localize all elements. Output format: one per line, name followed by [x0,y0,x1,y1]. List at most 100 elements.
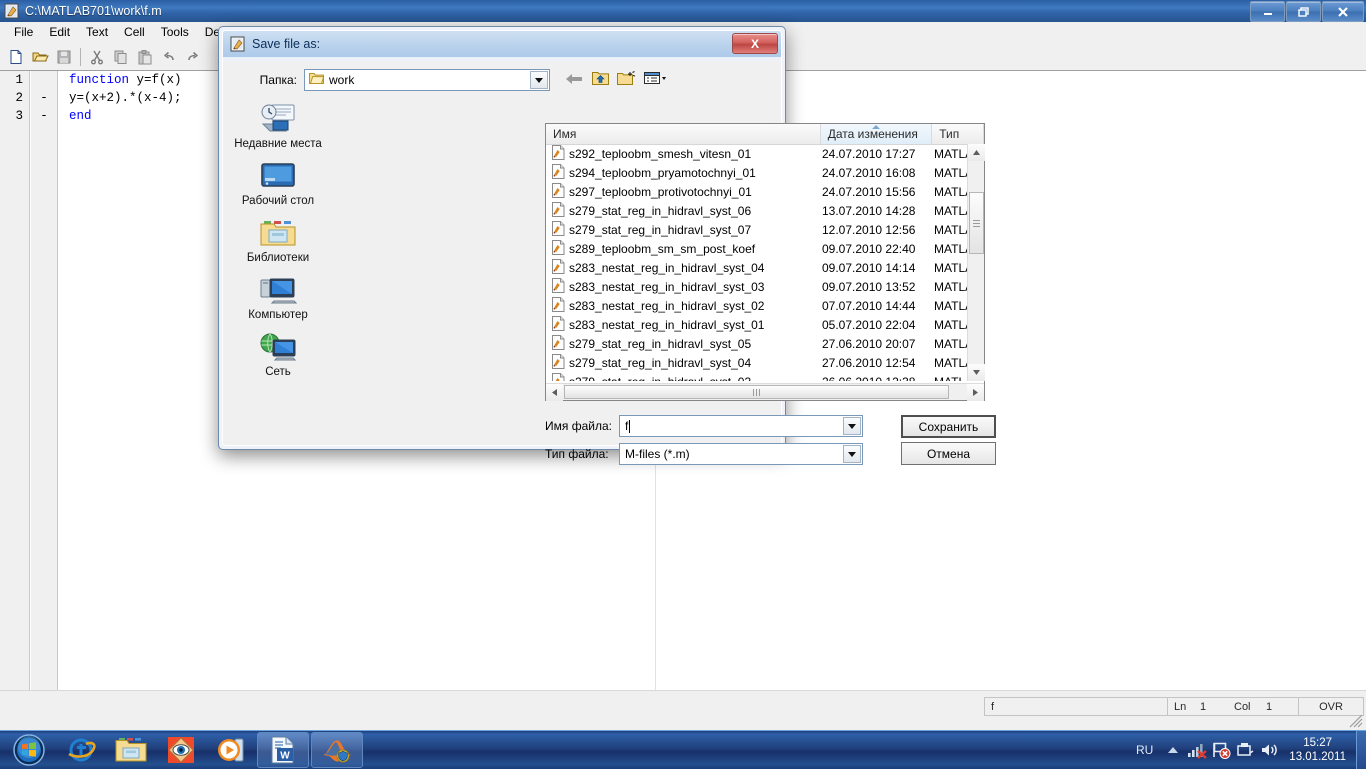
acdsee-icon[interactable] [156,733,206,767]
back-arrow-icon[interactable] [564,72,584,89]
file-row[interactable]: s279_stat_reg_in_hidravl_syst_05 27.06.20… [546,334,984,353]
matlab-window-button[interactable] [311,732,363,768]
views-icon[interactable] [644,71,667,89]
file-name-cell[interactable]: s279_stat_reg_in_hidravl_syst_05 [546,334,822,353]
minimize-button[interactable] [1250,1,1285,22]
scroll-down-button[interactable] [968,364,985,381]
menu-item-cell[interactable]: Cell [116,23,153,41]
dialog-close-button[interactable]: X [732,33,778,54]
column-header-date-label: Дата изменения [827,127,918,141]
file-row[interactable]: s279_stat_reg_in_hidravl_syst_07 12.07.20… [546,220,984,239]
copy-icon[interactable] [109,46,133,68]
up-one-level-icon[interactable] [592,71,609,89]
file-name-cell[interactable]: s279_stat_reg_in_hidravl_syst_03 [546,372,822,381]
paste-icon[interactable] [133,46,157,68]
windows-explorer-icon[interactable] [106,733,156,767]
menu-item-text[interactable]: Text [78,23,116,41]
language-indicator[interactable]: RU [1136,743,1153,757]
column-header-name[interactable]: Имя [546,124,821,144]
new-file-icon[interactable] [4,46,28,68]
resize-grip[interactable] [1349,714,1363,728]
cut-icon[interactable] [85,46,109,68]
file-name-cell[interactable]: s283_nestat_reg_in_hidravl_syst_04 [546,258,822,277]
scrollbar-thumb[interactable] [969,192,984,254]
menu-item-file[interactable]: File [6,23,41,41]
file-row[interactable]: s283_nestat_reg_in_hidravl_syst_04 09.07.… [546,258,984,277]
file-row[interactable]: s279_stat_reg_in_hidravl_syst_04 27.06.20… [546,353,984,372]
file-list[interactable]: Имя Дата изменения Тип s292_teploobm_sme… [545,123,985,401]
save-file-icon[interactable] [52,46,76,68]
volume-icon[interactable] [1257,738,1281,762]
start-orb-icon[interactable] [2,732,56,768]
save-button[interactable]: Сохранить [901,415,996,438]
file-name-cell[interactable]: s279_stat_reg_in_hidravl_syst_06 [546,201,822,220]
chevron-down-icon[interactable] [530,71,548,89]
status-bar: f Ln 1 Col 1 OVR [0,690,1366,731]
file-name-cell[interactable]: s279_stat_reg_in_hidravl_syst_04 [546,353,822,372]
new-folder-icon[interactable] [617,71,636,89]
menu-item-tools[interactable]: Tools [153,23,197,41]
file-name-cell[interactable]: s297_teploobm_protivotochnyi_01 [546,182,822,201]
chevron-down-icon[interactable] [843,445,861,463]
scroll-up-button[interactable] [968,144,985,161]
file-name-cell[interactable]: s279_stat_reg_in_hidravl_syst_07 [546,220,822,239]
file-name-cell[interactable]: s283_nestat_reg_in_hidravl_syst_03 [546,277,822,296]
file-name-cell[interactable]: s289_teploobm_sm_sm_post_koef [546,239,822,258]
column-header-type[interactable]: Тип [932,124,984,144]
cancel-button[interactable]: Отмена [901,442,996,465]
show-desktop-button[interactable] [1356,731,1366,769]
media-player-icon[interactable] [206,733,256,767]
network-signal-icon[interactable] [1185,738,1209,762]
clock[interactable]: 15:27 13.01.2011 [1289,736,1346,764]
place-label: Компьютер [248,309,308,321]
internet-explorer-icon[interactable] [56,733,106,767]
file-row[interactable]: s279_stat_reg_in_hidravl_syst_03 26.06.20… [546,372,984,381]
file-name-cell[interactable]: s283_nestat_reg_in_hidravl_syst_01 [546,315,822,334]
place-recent[interactable]: Недавние места [230,101,326,151]
windows-taskbar: W RU 15:27 13.01.2011 [0,730,1366,769]
place-libraries[interactable]: Библиотеки [230,215,326,265]
scroll-left-button[interactable] [546,383,563,401]
file-date-cell: 12.07.2010 12:56 [822,222,916,237]
file-date-cell: 07.07.2010 14:44 [822,298,916,313]
file-name-cell[interactable]: s283_nestat_reg_in_hidravl_syst_02 [546,296,822,315]
open-file-icon[interactable] [28,46,52,68]
close-button[interactable] [1322,1,1364,22]
restore-button[interactable] [1286,1,1321,22]
file-row[interactable]: s289_teploobm_sm_sm_post_koef 09.07.2010 … [546,239,984,258]
file-row[interactable]: s283_nestat_reg_in_hidravl_syst_01 05.07.… [546,315,984,334]
redo-icon[interactable] [181,46,205,68]
file-date-cell: 13.07.2010 14:28 [822,203,916,218]
word-window-button[interactable]: W [257,732,309,768]
file-list-vertical-scrollbar[interactable] [967,144,985,381]
column-header-date[interactable]: Дата изменения [820,124,933,144]
chevron-down-icon[interactable] [843,417,861,435]
file-row[interactable]: s292_teploobm_smesh_vitesn_01 24.07.2010 … [546,144,984,163]
place-computer[interactable]: Компьютер [230,272,326,322]
menu-item-edit[interactable]: Edit [41,23,78,41]
undo-icon[interactable] [157,46,181,68]
scroll-right-button[interactable] [967,384,984,401]
file-row[interactable]: s279_stat_reg_in_hidravl_syst_06 13.07.20… [546,201,984,220]
matlab-titlebar[interactable]: C:\MATLAB701\work\f.m [0,0,1366,22]
filetype-select[interactable]: M-files (*.m) [619,443,863,465]
breakpoint-gutter[interactable]: - - [31,71,58,691]
matlab-file-icon [551,258,565,277]
file-list-horizontal-scrollbar[interactable] [546,383,984,401]
place-network[interactable]: Сеть [230,329,326,379]
dialog-titlebar[interactable]: Save file as: X [223,31,781,57]
file-row[interactable]: s294_teploobm_pryamotochnyi_01 24.07.2010… [546,163,984,182]
place-desktop[interactable]: Рабочий стол [230,158,326,208]
safely-remove-hardware-icon[interactable] [1233,738,1257,762]
file-list-rows[interactable]: s292_teploobm_smesh_vitesn_01 24.07.2010 … [546,144,984,381]
file-name-cell[interactable]: s292_teploobm_smesh_vitesn_01 [546,144,822,163]
file-row[interactable]: s297_teploobm_protivotochnyi_01 24.07.201… [546,182,984,201]
show-hidden-icons-icon[interactable] [1161,738,1185,762]
filename-input[interactable]: f [619,415,863,437]
scrollbar-thumb[interactable] [564,385,949,399]
file-row[interactable]: s283_nestat_reg_in_hidravl_syst_02 07.07.… [546,296,984,315]
action-center-flag-icon[interactable] [1209,738,1233,762]
look-in-combobox[interactable]: work [304,69,550,91]
file-name-cell[interactable]: s294_teploobm_pryamotochnyi_01 [546,163,822,182]
file-row[interactable]: s283_nestat_reg_in_hidravl_syst_03 09.07.… [546,277,984,296]
